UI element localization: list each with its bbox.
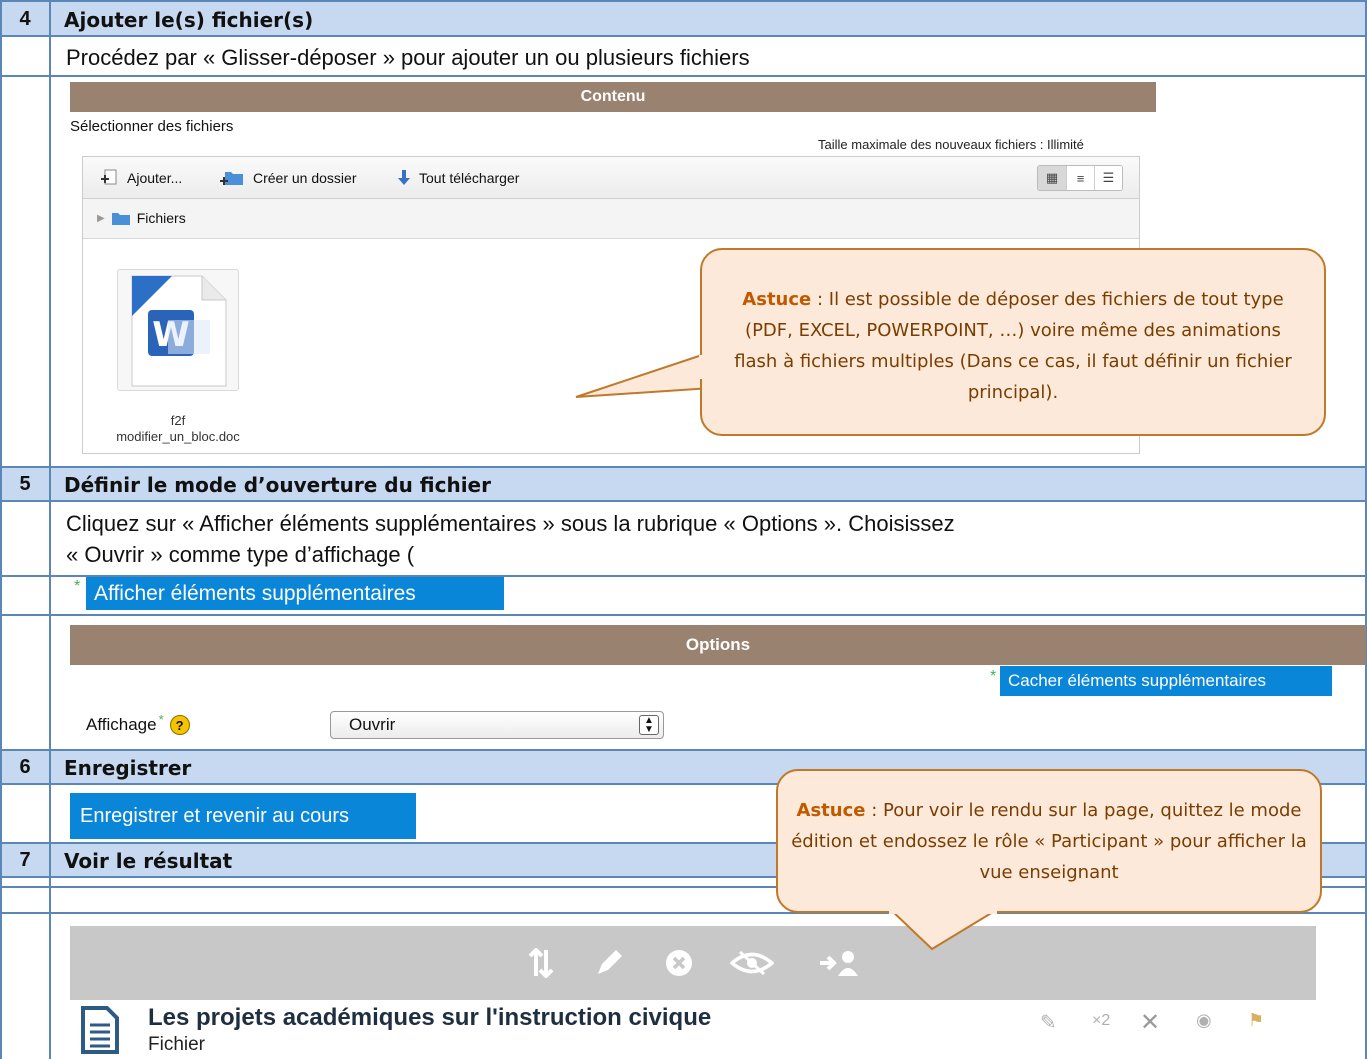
options-section-header[interactable]: Options — [70, 625, 1366, 665]
indent-label[interactable]: ×2 — [1092, 1012, 1110, 1030]
show-more-link[interactable]: Afficher éléments supplémentaires — [86, 577, 504, 610]
step-title: Ajouter le(s) fichier(s) — [64, 8, 314, 32]
add-file-button[interactable]: Ajouter... — [99, 169, 182, 187]
hide-eye-icon[interactable] — [730, 948, 774, 978]
move-icon[interactable] — [526, 948, 556, 978]
icons-view-icon[interactable]: ▦ — [1038, 166, 1066, 190]
create-folder-button[interactable]: Créer un dossier — [219, 169, 357, 187]
tip-body: : Pour voir le rendu sur la page, quitte… — [791, 800, 1307, 883]
path-folder-label: Fichiers — [136, 210, 186, 226]
display-label-text: Affichage — [86, 715, 157, 734]
tip-callout-preview: Astuce : Pour voir le rendu sur la page,… — [776, 769, 1322, 913]
select-files-label: Sélectionner des fichiers — [70, 118, 234, 135]
step-title: Voir le résultat — [64, 849, 233, 873]
step-number: 6 — [19, 756, 31, 778]
create-folder-label: Créer un dossier — [253, 170, 357, 186]
table-border-left — [0, 0, 2, 1059]
tip-label: Astuce — [742, 289, 812, 310]
tip-body: : Il est possible de déposer des fichier… — [734, 289, 1292, 403]
step5-instruction-line2: « Ouvrir » comme type d’affichage ( — [66, 542, 415, 567]
tip-callout-files: Astuce : Il est possible de déposer des … — [700, 248, 1326, 436]
row-header-5: 5 Définir le mode d’ouverture du fichier — [0, 466, 1367, 502]
file-name-line1: f2f — [170, 413, 186, 428]
save-and-return-button[interactable]: Enregistrer et revenir au cours — [70, 793, 416, 839]
word-document-icon: W — [131, 275, 227, 387]
row-header-4: 4 Ajouter le(s) fichier(s) — [0, 0, 1367, 37]
folder-icon — [111, 212, 130, 225]
tip-callout-files-text: Astuce : Il est possible de déposer des … — [722, 284, 1304, 408]
row-divider — [0, 75, 1367, 77]
delete-circle-icon[interactable] — [664, 948, 694, 978]
max-size-label: Taille maximale des nouveaux fichiers : … — [818, 137, 1084, 152]
step-title: Définir le mode d’ouverture du fichier — [64, 473, 491, 497]
number-column-divider — [49, 0, 51, 1059]
step5-instruction-line1: Cliquez sur « Afficher éléments suppléme… — [66, 511, 955, 536]
display-field-label: Affichage * ? — [86, 711, 190, 735]
expand-arrow-icon: ▶ — [97, 212, 105, 224]
callout-joint — [889, 910, 997, 914]
content-section-header[interactable]: Contenu — [70, 82, 1156, 112]
delete-small-icon[interactable]: ✕ — [1140, 1008, 1160, 1037]
required-asterisk-icon: * — [158, 711, 164, 727]
move-small-icon[interactable]: ✎ — [1040, 1010, 1057, 1035]
hide-more-link[interactable]: Cacher éléments supplémentaires — [1000, 666, 1332, 696]
tip-callout-preview-text: Astuce : Pour voir le rendu sur la page,… — [790, 795, 1308, 888]
step-number: 5 — [19, 473, 31, 495]
tip-label: Astuce — [796, 800, 866, 821]
step-title: Enregistrer — [64, 756, 192, 780]
resource-title-link[interactable]: Les projets académiques sur l'instructio… — [148, 1004, 711, 1032]
file-document-icon — [81, 1006, 119, 1054]
help-icon[interactable]: ? — [169, 715, 190, 735]
resource-actions: ✎ ×2 ✕ ◉ ⚑ — [1040, 1008, 1310, 1038]
display-select[interactable]: Ouvrir ▲ ▼ — [330, 711, 664, 739]
callout-joint — [699, 355, 703, 379]
list-view-icon[interactable]: ≡ — [1066, 166, 1094, 190]
folder-path-bar: ▶ Fichiers — [83, 199, 1139, 239]
resource-type-label: Fichier — [148, 1034, 206, 1055]
step4-instruction: Procédez par « Glisser-déposer » pour aj… — [66, 45, 750, 70]
file-manager-toolbar: Ajouter... Créer un dossier Tout télécha… — [83, 157, 1139, 199]
asterisk-icon: * — [990, 668, 997, 685]
download-arrow-icon — [398, 170, 410, 185]
step-number: 4 — [19, 8, 31, 30]
row-divider — [0, 614, 1367, 616]
options-section-title: Options — [685, 635, 751, 654]
download-all-label: Tout télécharger — [419, 170, 520, 186]
word-file-thumbnail[interactable]: W — [117, 269, 239, 391]
tree-view-icon[interactable]: ☰ — [1094, 166, 1122, 190]
folder-plus-icon — [220, 172, 243, 185]
download-all-button[interactable]: Tout télécharger — [397, 169, 519, 187]
view-mode-switcher: ▦ ≡ ☰ — [1037, 165, 1123, 191]
eye-small-icon[interactable]: ◉ — [1196, 1010, 1212, 1031]
add-file-icon — [101, 169, 117, 185]
step-number: 7 — [19, 849, 31, 871]
asterisk-icon: * — [74, 578, 81, 595]
file-name-line2: modifier_un_bloc.doc — [116, 429, 240, 444]
role-small-icon[interactable]: ⚑ — [1248, 1010, 1264, 1031]
select-arrows-icon: ▲ ▼ — [639, 715, 659, 735]
add-file-label: Ajouter... — [127, 170, 183, 186]
content-section-title: Contenu — [580, 88, 646, 105]
display-select-value: Ouvrir — [349, 715, 396, 734]
path-root[interactable]: ▶ Fichiers — [97, 210, 186, 226]
edit-pencil-icon[interactable] — [594, 948, 624, 978]
